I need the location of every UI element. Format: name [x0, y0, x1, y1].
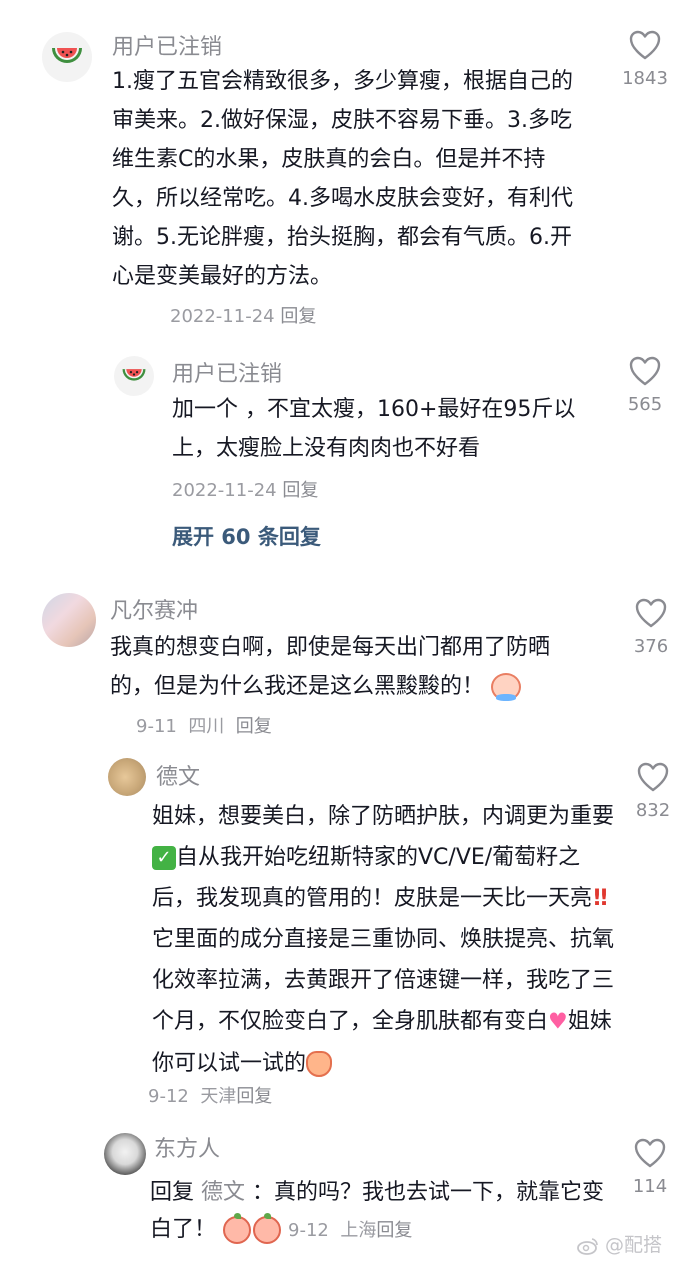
- reply-date: 9-12: [148, 1086, 189, 1107]
- reply-username[interactable]: 用户已注销: [172, 356, 282, 388]
- heart-outline-icon: [629, 356, 661, 386]
- reply-location: 天津: [200, 1086, 237, 1107]
- comment-location: 四川: [188, 716, 225, 737]
- watermark: @配搭: [577, 1230, 662, 1257]
- comment-date: 2022-11-24: [170, 306, 275, 327]
- avatar[interactable]: [42, 593, 96, 647]
- watermelon-icon: [122, 369, 146, 381]
- heart-outline-icon: [629, 30, 661, 60]
- watermelon-icon: [52, 48, 82, 63]
- weibo-logo-icon: [577, 1237, 598, 1255]
- comment-text: 我真的想变白啊，即使是每天出门都用了防晒的，但是为什么我还是这么黑黢黢的！: [110, 628, 586, 706]
- reply-text-part: 姐妹，想要美白，除了防晒护肤，内调更为重要: [152, 804, 615, 829]
- reply-location: 上海: [340, 1220, 377, 1241]
- comment-text: 1.瘦了五官会精致很多，多少算瘦，根据自己的审美来。2.做好保湿，皮肤不容易下垂…: [112, 69, 573, 289]
- like-button[interactable]: 565: [615, 356, 675, 415]
- like-button[interactable]: 376: [621, 598, 681, 657]
- heart-outline-icon: [634, 1138, 666, 1168]
- comment-username[interactable]: 用户已注销: [112, 29, 222, 61]
- like-count: 565: [627, 394, 663, 415]
- reply-meta: 9-12 天津回复: [148, 1082, 272, 1108]
- like-button[interactable]: 114: [620, 1138, 680, 1197]
- comment-meta: 2022-11-24 回复: [170, 302, 316, 328]
- reply-date: 9-12: [288, 1220, 329, 1241]
- like-count: 114: [632, 1176, 668, 1197]
- heart-outline-icon: [637, 762, 669, 792]
- double-exclamation-icon: !!: [592, 886, 609, 911]
- sparkling-heart-icon: ♥: [548, 1009, 568, 1035]
- avatar[interactable]: [108, 758, 146, 796]
- reply-text: 加一个 ，不宜太瘦，160+最好在95斤以上，太瘦脸上没有肉肉也不好看: [172, 397, 576, 461]
- reply-button[interactable]: 回复: [376, 1220, 412, 1241]
- reply-text-part: 它里面的成分直接是三重协同、焕肤提亮、抗氧化效率拉满，去黄跟开了倍速键一样，我吃…: [152, 927, 615, 1034]
- reply-meta: 2022-11-24 回复: [172, 476, 318, 502]
- peach-face-icon: [223, 1213, 252, 1244]
- reply-button[interactable]: 回复: [280, 306, 316, 327]
- thumbs-up-icon: [306, 1050, 333, 1077]
- reply-username[interactable]: 德文: [156, 759, 200, 791]
- reply-button[interactable]: 回复: [236, 1086, 272, 1107]
- expand-replies-button[interactable]: 展开 60 条回复: [172, 521, 321, 551]
- like-button[interactable]: 832: [623, 762, 683, 821]
- crying-face-icon: [491, 673, 522, 701]
- like-count: 1843: [622, 68, 668, 89]
- reply-button[interactable]: 回复: [282, 480, 318, 501]
- comment-date: 9-11: [136, 716, 177, 737]
- reply-meta: 9-12 上海回复: [288, 1220, 412, 1241]
- reply-text-part: 自从我开始吃纽斯特家的VC/VE/葡萄籽之后，我发现真的管用的！皮肤是一天比一天…: [152, 845, 593, 911]
- reply-prefix: 回复: [150, 1180, 195, 1205]
- peach-face-icon: [253, 1213, 282, 1244]
- avatar[interactable]: [114, 356, 154, 396]
- comment-meta: 9-11 四川 回复: [136, 712, 272, 738]
- comment-text-content: 我真的想变白啊，即使是每天出门都用了防晒的，但是为什么我还是这么黑黢黢的！: [110, 635, 551, 699]
- comment-username[interactable]: 凡尔赛冲: [110, 593, 198, 625]
- reply-separator: ：: [252, 1180, 275, 1205]
- avatar[interactable]: [42, 32, 92, 82]
- reply-text: 回复 德文 ：真的吗？我也去试一下，就靠它变白了！ 9-12 上海回复: [150, 1174, 610, 1249]
- like-count: 832: [635, 800, 671, 821]
- reply-button[interactable]: 回复: [236, 716, 272, 737]
- reply-username[interactable]: 东方人: [154, 1131, 220, 1163]
- watermark-text: @配搭: [604, 1234, 662, 1256]
- like-button[interactable]: 1843: [615, 30, 675, 89]
- check-mark-icon: ✓: [152, 846, 176, 870]
- reply-date: 2022-11-24: [172, 480, 277, 501]
- heart-outline-icon: [635, 598, 667, 628]
- reply-to-username[interactable]: 德文: [201, 1180, 245, 1205]
- reply-text: 姐妹，想要美白，除了防晒护肤，内调更为重要 ✓ 自从我开始吃纽斯特家的VC/VE/葡…: [152, 796, 616, 1084]
- avatar[interactable]: [104, 1133, 146, 1175]
- like-count: 376: [633, 636, 669, 657]
